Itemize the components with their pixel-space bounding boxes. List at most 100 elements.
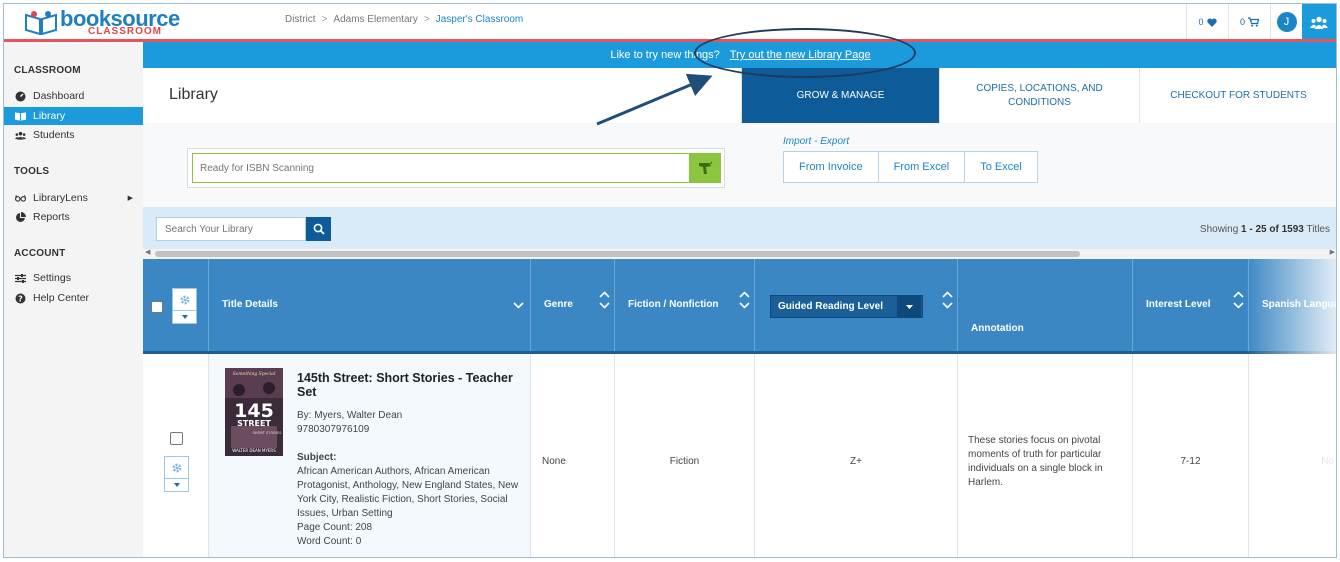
column-guided-reading-level[interactable]: Guided Reading Level xyxy=(755,259,958,351)
users-icon xyxy=(15,130,26,141)
gear-icon xyxy=(179,289,191,310)
import-export-label: Import - Export xyxy=(783,136,850,147)
breadcrumb-district[interactable]: District xyxy=(285,14,316,25)
column-fiction-nonfiction[interactable]: Fiction / Nonfiction xyxy=(615,259,755,351)
breadcrumb: District > Adams Elementary > Jasper's Class… xyxy=(285,14,523,25)
column-interest-level[interactable]: Interest Level xyxy=(1133,259,1249,351)
cart-button[interactable]: 0 xyxy=(1228,4,1270,40)
book-word-count: Word Count: 0 xyxy=(297,536,362,547)
book-cover-art: Something Special 145 STREET SHORT STORI… xyxy=(225,368,283,456)
row-checkbox[interactable] xyxy=(170,432,183,445)
genre-cell: None xyxy=(531,354,615,557)
column-label: Annotation xyxy=(971,323,1024,334)
guided-reading-level-select[interactable]: Guided Reading Level xyxy=(770,295,923,318)
book-info: By: Myers, Walter Dean 9780307976109 Sub… xyxy=(297,409,522,549)
sidebar-heading-account: ACCOUNT xyxy=(14,248,66,259)
row-settings-button[interactable] xyxy=(164,456,189,492)
column-label: Genre xyxy=(544,299,573,310)
book-isbn: 9780307976109 xyxy=(297,424,370,435)
fiction-cell: Fiction xyxy=(615,354,755,557)
chevron-down-icon xyxy=(173,310,196,323)
library-search-input[interactable] xyxy=(156,217,306,241)
tab-checkout-for-students[interactable]: CHECKOUT FOR STUDENTS xyxy=(1139,68,1336,123)
cover-author: WALTER DEAN MYERS xyxy=(232,448,276,453)
svg-text:?: ? xyxy=(18,294,23,303)
column-spanish-language[interactable]: Spanish Language xyxy=(1249,259,1336,351)
sort-toggle[interactable] xyxy=(598,291,610,309)
sort-up-icon xyxy=(738,291,750,298)
subject-label: Subject: xyxy=(297,452,337,463)
favorites-count: 0 xyxy=(1198,17,1204,27)
from-invoice-button[interactable]: From Invoice xyxy=(784,152,879,182)
cart-count: 0 xyxy=(1239,17,1245,27)
column-label: Spanish Language xyxy=(1262,299,1336,310)
sliders-icon xyxy=(15,273,26,284)
from-excel-button[interactable]: From Excel xyxy=(879,152,966,182)
scroll-left-icon[interactable]: ◀ xyxy=(145,248,150,256)
sort-toggle[interactable] xyxy=(1232,291,1244,309)
guided-reading-cell: Z+ xyxy=(755,354,958,557)
results-count-range: 1 - 25 of 1593 xyxy=(1241,224,1304,235)
sort-toggle[interactable] xyxy=(738,291,750,309)
sidebar: CLASSROOM Dashboard Library Students TOO… xyxy=(4,42,143,557)
caret-right-icon: ▶ xyxy=(127,195,133,202)
sidebar-item-help-center[interactable]: ? Help Center xyxy=(4,289,143,307)
breadcrumb-school[interactable]: Adams Elementary xyxy=(333,14,417,25)
to-excel-button[interactable]: To Excel xyxy=(965,152,1037,182)
switch-users-button[interactable] xyxy=(1302,4,1336,40)
book-cover-image[interactable]: Something Special 145 STREET SHORT STORI… xyxy=(225,368,283,456)
sidebar-item-label: Settings xyxy=(33,272,71,284)
sidebar-item-library[interactable]: Library xyxy=(4,107,143,125)
book-logo-icon xyxy=(25,11,57,35)
select-label: Guided Reading Level xyxy=(778,301,884,312)
search-row: Showing 1 - 25 of 1593 Titles xyxy=(143,207,1336,249)
sort-up-icon xyxy=(1232,291,1244,298)
sidebar-item-librarylens[interactable]: LibraryLens ▶ xyxy=(4,189,143,207)
sidebar-item-label: Help Center xyxy=(33,292,90,304)
book-title[interactable]: 145th Street: Short Stories - Teacher Se… xyxy=(297,371,517,399)
search-icon xyxy=(313,223,325,235)
search-button[interactable] xyxy=(306,217,331,241)
user-menu[interactable]: J xyxy=(1270,4,1302,40)
horizontal-scrollbar[interactable]: ◀ ▶ xyxy=(143,248,1336,259)
sidebar-item-dashboard[interactable]: Dashboard xyxy=(4,87,143,105)
chevron-down-icon xyxy=(165,478,188,491)
genre-value: None xyxy=(542,456,566,467)
breadcrumb-classroom[interactable]: Jasper's Classroom xyxy=(436,14,524,25)
tab-copies-locations-conditions[interactable]: COPIES, LOCATIONS, AND CONDITIONS xyxy=(939,68,1139,123)
spanish-language-value: No xyxy=(1321,456,1334,467)
app-frame: booksource CLASSROOM District > Adams Elem… xyxy=(3,3,1337,558)
help-icon: ? xyxy=(15,293,26,304)
row-select-cell xyxy=(143,354,209,557)
highlight-ellipse xyxy=(694,28,916,78)
results-count-prefix: Showing xyxy=(1199,224,1239,235)
table-header: Title Details Genre Fiction / Nonfiction… xyxy=(143,259,1336,351)
scroll-right-icon[interactable]: ▶ xyxy=(1330,248,1335,256)
brand-subtitle: CLASSROOM xyxy=(88,26,162,37)
sort-down-icon xyxy=(1232,302,1244,309)
breadcrumb-separator-icon: > xyxy=(321,14,328,25)
header-select-cell xyxy=(143,259,209,351)
column-annotation: Annotation xyxy=(958,259,1133,351)
booksource-logo[interactable]: booksource CLASSROOM xyxy=(24,6,184,38)
pie-chart-icon xyxy=(15,211,26,223)
results-count: Showing 1 - 25 of 1593 Titles xyxy=(1200,224,1330,235)
sidebar-item-settings[interactable]: Settings xyxy=(4,269,143,287)
favorites-button[interactable]: 0 xyxy=(1186,4,1228,40)
sort-toggle[interactable] xyxy=(941,291,953,309)
select-all-checkbox[interactable] xyxy=(151,301,163,313)
chevron-down-icon[interactable] xyxy=(513,302,524,309)
sort-up-icon xyxy=(941,291,953,298)
scrollbar-thumb[interactable] xyxy=(155,251,1080,257)
column-title-details[interactable]: Title Details xyxy=(209,259,531,351)
gear-icon xyxy=(171,457,183,478)
top-right-controls: 0 0 J xyxy=(1186,4,1336,40)
column-genre[interactable]: Genre xyxy=(531,259,615,351)
dashboard-icon xyxy=(15,91,26,102)
sidebar-item-reports[interactable]: Reports xyxy=(4,208,143,226)
scan-button[interactable] xyxy=(689,153,721,183)
sidebar-item-students[interactable]: Students xyxy=(4,126,143,144)
cover-top-text: Something Special xyxy=(233,371,276,377)
isbn-scan-input[interactable] xyxy=(192,153,690,183)
column-settings-button[interactable] xyxy=(172,288,197,324)
